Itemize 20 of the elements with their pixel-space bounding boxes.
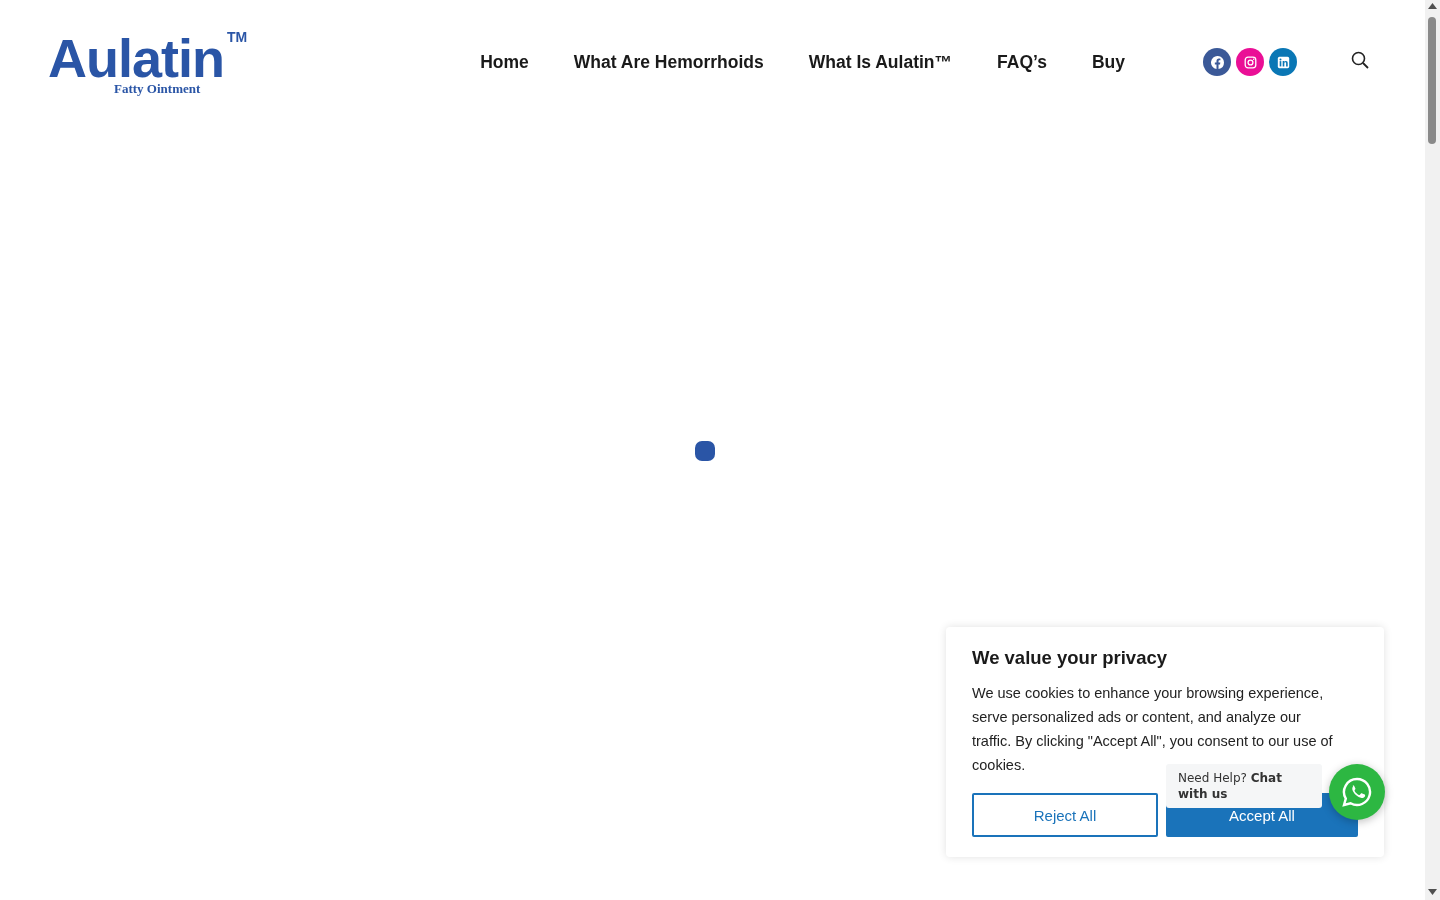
nav-link[interactable]: What Is Aulatin™ <box>808 51 953 73</box>
nav-link[interactable]: Buy <box>1091 51 1125 73</box>
nav-link[interactable]: What Are Hemorrhoids <box>573 51 764 73</box>
social-link[interactable] <box>1236 48 1264 76</box>
reject-button[interactable]: Reject All <box>972 793 1158 837</box>
cookie-title: We value your privacy <box>972 647 1169 669</box>
facebook-icon <box>1210 55 1224 69</box>
instagram-icon <box>1243 55 1257 69</box>
chat-phone-icon <box>1341 776 1373 808</box>
scroll-down-icon[interactable] <box>1428 889 1437 895</box>
social-link[interactable] <box>1203 48 1231 76</box>
scroll-up-icon[interactable] <box>1428 3 1437 9</box>
chat-tooltip[interactable]: Need Help? Chat with us <box>1166 764 1322 808</box>
search-icon[interactable] <box>1351 51 1369 69</box>
scrollbar-thumb[interactable] <box>1428 17 1436 144</box>
nav-link[interactable]: FAQ’s <box>997 51 1047 73</box>
nav-link[interactable]: Home <box>480 51 529 73</box>
linkedin-icon <box>1276 55 1290 69</box>
loading-indicator <box>695 441 715 461</box>
social-link[interactable] <box>1269 48 1297 76</box>
